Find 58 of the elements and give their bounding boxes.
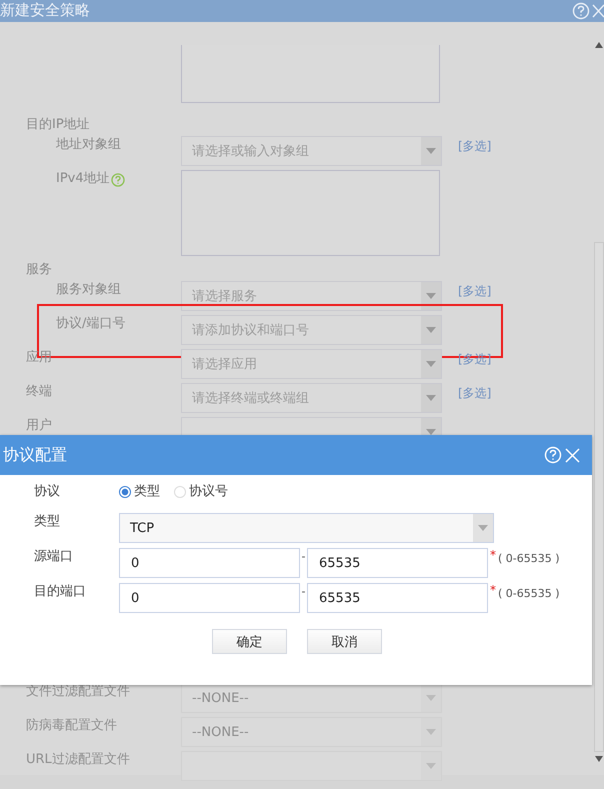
multi-select-link[interactable]: [多选] — [458, 283, 492, 300]
dropdown-icon — [426, 327, 436, 333]
dropdown-icon — [426, 148, 436, 154]
port-input[interactable]: 0 — [119, 548, 300, 578]
field-label: 目的端口 — [34, 583, 87, 601]
dialog-title: 协议配置 — [3, 444, 67, 466]
text-area[interactable] — [181, 170, 440, 256]
select-field[interactable]: 请添加协议和端口号 — [181, 315, 442, 345]
dropdown-icon — [478, 525, 488, 531]
select-field[interactable]: 请选择终端或终端组 — [181, 383, 442, 413]
range-separator: - — [300, 584, 306, 600]
range-separator: - — [300, 549, 306, 565]
close-icon[interactable] — [592, 4, 604, 18]
dialog-button[interactable]: 取消 — [307, 629, 382, 654]
field-label: IPv4地址 — [56, 171, 110, 187]
radio-option[interactable]: 类型 — [119, 483, 160, 501]
help-icon[interactable] — [110, 173, 125, 187]
text-area[interactable] — [181, 45, 440, 103]
select-field[interactable]: 请选择或输入对象组 — [181, 136, 442, 166]
select-field[interactable]: 请选择应用 — [181, 349, 442, 379]
field-label: URL过滤配置文件 — [26, 752, 131, 768]
section-label: 目的IP地址 — [26, 117, 90, 132]
select-field[interactable]: 请选择服务 — [181, 281, 442, 311]
dropdown-icon — [426, 361, 436, 367]
scroll-up-icon[interactable] — [594, 42, 602, 48]
multi-select-link[interactable]: [多选] — [458, 385, 492, 402]
dropdown-icon — [426, 395, 436, 401]
range-hint: ( 0-65535 ) — [498, 552, 560, 565]
select-field[interactable]: --NONE-- — [181, 717, 442, 747]
port-input[interactable]: 0 — [119, 583, 300, 613]
field-label: 用户 — [26, 418, 53, 434]
required-mark: * — [490, 548, 496, 562]
dropdown-icon — [426, 763, 436, 769]
dropdown-icon — [426, 695, 436, 701]
window-title: 新建安全策略 — [0, 2, 90, 18]
field-label: 类型 — [34, 513, 61, 531]
dialog-button[interactable]: 确定 — [212, 629, 287, 654]
section-label: 服务 — [26, 262, 52, 277]
select-field[interactable]: --NONE-- — [181, 683, 442, 713]
field-label: 终端 — [26, 384, 53, 400]
radio-option[interactable]: 协议号 — [174, 483, 228, 501]
port-input[interactable]: 65535 — [307, 583, 488, 613]
field-label: 防病毒配置文件 — [26, 718, 118, 734]
field-label: 协议 — [34, 483, 61, 501]
field-label: 服务对象组 — [55, 282, 122, 298]
dropdown-icon — [426, 293, 436, 299]
field-label: 协议/端口号 — [55, 316, 126, 332]
select-field[interactable]: TCP — [119, 513, 494, 543]
field-label: 地址对象组 — [55, 137, 122, 153]
port-input[interactable]: 65535 — [307, 548, 488, 578]
multi-select-link[interactable]: [多选] — [458, 138, 492, 155]
field-label: 源端口 — [34, 548, 74, 566]
range-hint: ( 0-65535 ) — [498, 587, 560, 600]
scroll-down-icon[interactable] — [594, 756, 602, 762]
select-field[interactable] — [181, 751, 442, 781]
dropdown-icon — [426, 729, 436, 735]
scroll-thumb[interactable] — [594, 242, 604, 752]
required-mark: * — [490, 583, 496, 597]
